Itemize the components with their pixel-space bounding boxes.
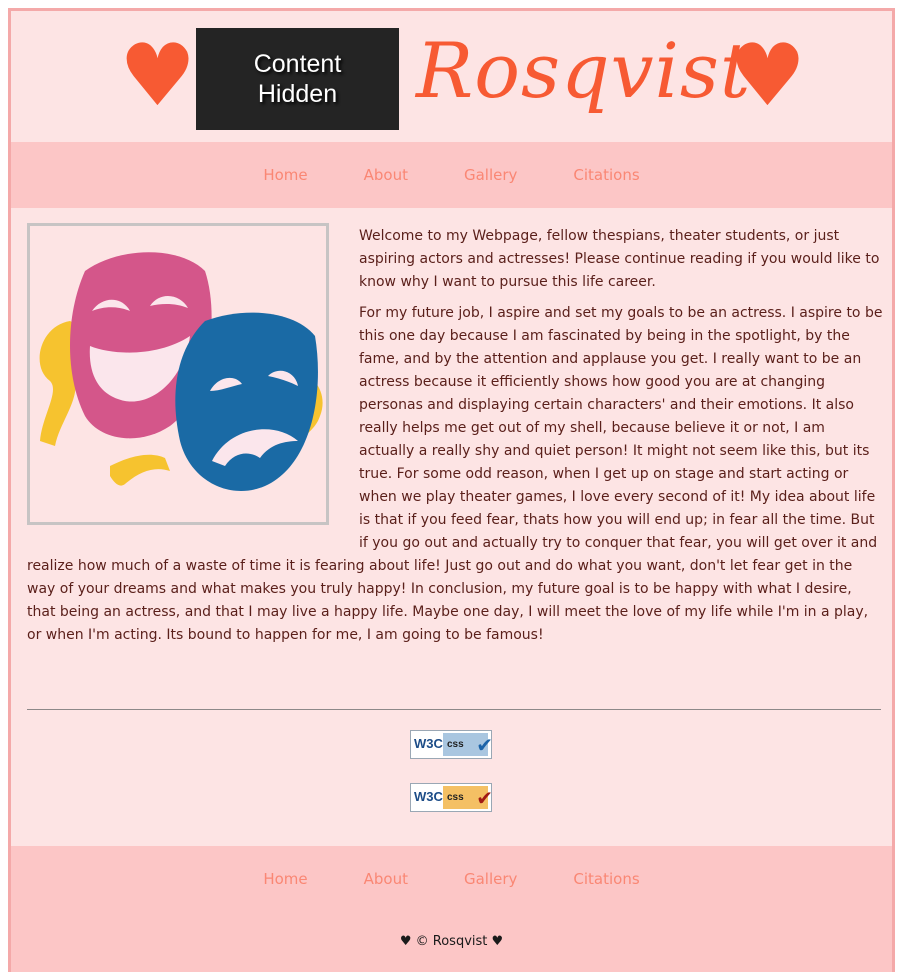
w3c-label: W3C [414, 736, 443, 751]
footer-nav: Home About Gallery Citations [11, 846, 892, 912]
content-divider [27, 709, 881, 710]
content-hidden-label: Content Hidden [253, 50, 342, 108]
footer-link-citations[interactable]: Citations [573, 870, 639, 888]
w3c-css-badge-gold[interactable]: W3C css ✔ [410, 783, 493, 812]
main-content: Welcome to my Webpage, fellow thespians,… [27, 223, 883, 655]
footer-link-home[interactable]: Home [263, 870, 307, 888]
nav-link-home[interactable]: Home [263, 166, 307, 184]
footer-link-about[interactable]: About [364, 870, 408, 888]
nav-link-gallery[interactable]: Gallery [464, 166, 517, 184]
content-hidden-placeholder: Content Hidden [196, 28, 399, 130]
site-footer: Home About Gallery Citations ♥ © Rosqvis… [11, 846, 892, 972]
theater-masks-image [27, 223, 329, 525]
main-nav: Home About Gallery Citations [11, 142, 892, 208]
heart-icon: ♥ [119, 26, 197, 126]
w3c-css-badge-blue[interactable]: W3C css ✔ [410, 730, 493, 759]
site-header: ♥ Content Hidden Rosqvist ♥ [11, 11, 892, 142]
copyright-text: ♥ © Rosqvist ♥ [399, 934, 504, 949]
checkmark-icon: ✔ [476, 786, 493, 810]
nav-link-citations[interactable]: Citations [573, 166, 639, 184]
page-frame: ♥ Content Hidden Rosqvist ♥ Home About G… [8, 8, 895, 972]
heart-icon: ♥ [729, 26, 807, 126]
checkmark-icon: ✔ [476, 733, 493, 757]
footer-link-gallery[interactable]: Gallery [464, 870, 517, 888]
site-logo: Rosqvist [416, 26, 752, 115]
nav-link-about[interactable]: About [364, 166, 408, 184]
theater-masks-icon [39, 252, 323, 491]
w3c-label: W3C [414, 789, 443, 804]
